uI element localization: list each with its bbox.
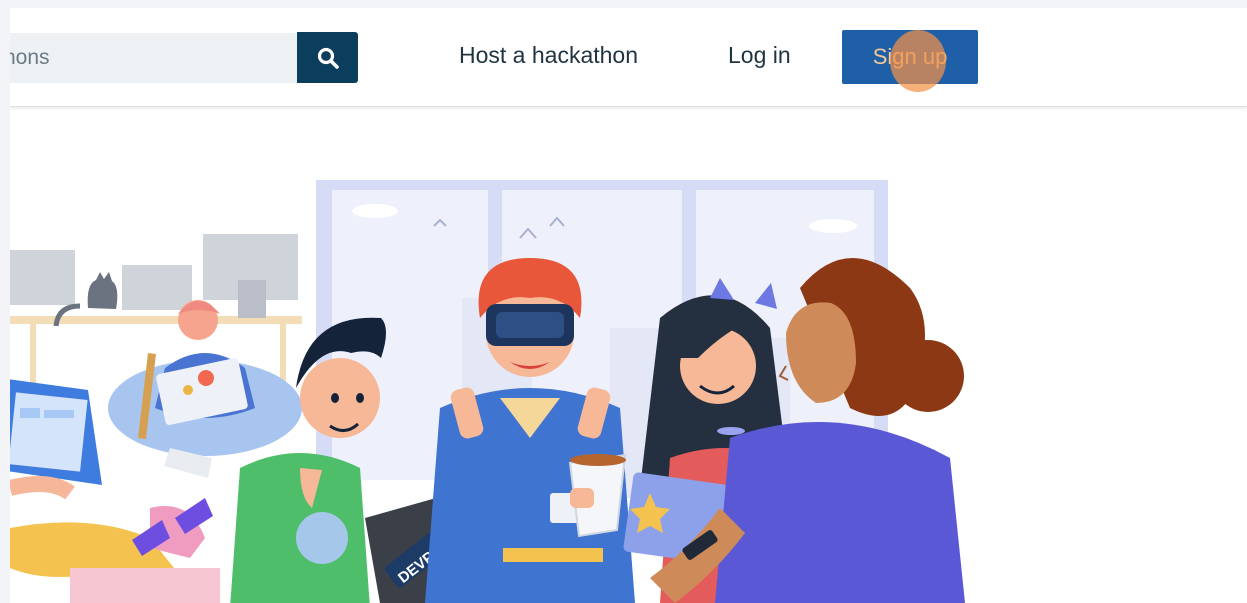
login-link[interactable]: Log in (728, 42, 791, 69)
sitting-person-graphic (108, 300, 302, 478)
search-button[interactable] (297, 32, 358, 83)
signup-label: Sign up (872, 44, 948, 69)
search-icon (317, 47, 339, 69)
hackathon-people-illustration: DEVPOST (10, 180, 965, 603)
hero-illustration: DEVPOST (10, 108, 1247, 603)
search-input[interactable] (10, 33, 297, 83)
host-hackathon-link[interactable]: Host a hackathon (459, 42, 638, 69)
coffee-cup-graphic (568, 453, 627, 538)
signup-button[interactable]: Sign up (842, 30, 978, 84)
browser-viewport: Host a hackathon Log in Sign up (10, 8, 1247, 603)
top-navbar: Host a hackathon Log in Sign up (10, 8, 1247, 107)
